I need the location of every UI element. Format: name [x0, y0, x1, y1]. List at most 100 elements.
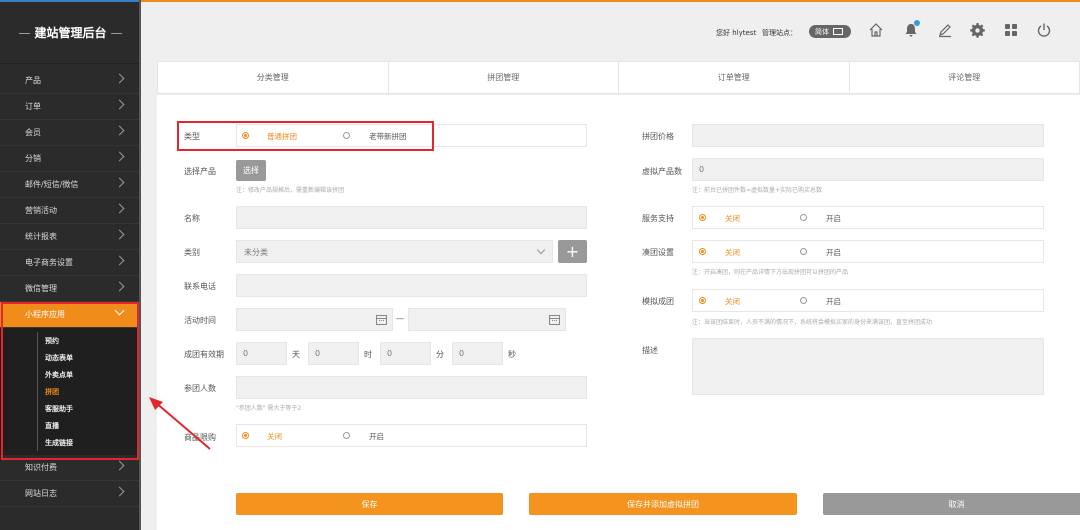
sidebar-item-product[interactable]: 产品 [0, 68, 141, 94]
tab-bar: 分类管理 拼团管理 订单管理 评论管理 [157, 61, 1080, 94]
time-range-dash: — [396, 314, 404, 323]
chevron-right-icon [114, 99, 125, 110]
product-label: 选择产品 [184, 167, 216, 176]
category-value: 未分类 [244, 248, 268, 257]
save-button[interactable]: 保存 [236, 493, 503, 515]
gather-option-on[interactable]: 开启 [826, 247, 841, 258]
name-label: 名称 [184, 214, 200, 223]
start-time-input[interactable] [236, 308, 393, 331]
power-icon[interactable] [1036, 22, 1052, 38]
service-radio-off[interactable] [699, 214, 706, 221]
tab-category[interactable]: 分类管理 [158, 62, 389, 93]
simulate-note: 注：当该团结束时，人员不满的情况下，系统将会模拟买家的身份来满该团，直至拼团成功 [692, 319, 933, 326]
calendar-icon [549, 315, 560, 325]
form-panel: 类型 普通拼团 老带新拼团 选择产品 选择 注：修改产品规格后，需重新编辑该拼团… [157, 95, 1080, 530]
sidebar-item-label: 邮件/短信/微信 [25, 180, 79, 189]
valid-hour-value: 0 [315, 349, 321, 358]
tab-orders[interactable]: 订单管理 [619, 62, 850, 93]
add-category-button[interactable]: + [558, 240, 587, 263]
phone-input[interactable] [236, 274, 587, 297]
category-select[interactable]: 未分类 [236, 240, 553, 263]
tab-reviews[interactable]: 评论管理 [850, 62, 1080, 93]
simulate-radio-group [692, 289, 1044, 312]
monitor-icon [833, 28, 843, 35]
edit-icon[interactable] [937, 22, 953, 38]
simulate-radio-on[interactable] [800, 297, 807, 304]
valid-period-label: 成团有效期 [184, 350, 224, 359]
cancel-button[interactable]: 取消 [823, 493, 1080, 515]
valid-minute-input[interactable]: 0 [380, 342, 431, 365]
valid-hour-input[interactable]: 0 [308, 342, 359, 365]
sidebar-item-label: 会员 [25, 128, 41, 137]
language-label: 简体 [815, 27, 829, 36]
save-add-virtual-button[interactable]: 保存并添加虚拟拼团 [529, 493, 797, 515]
sidebar-item-site-log[interactable]: 网站日志 [0, 481, 141, 507]
gather-radio-on[interactable] [800, 248, 807, 255]
plus-icon: + [565, 242, 580, 261]
simulate-option-off[interactable]: 关闭 [725, 296, 740, 307]
home-icon[interactable] [868, 22, 884, 38]
service-option-on[interactable]: 开启 [826, 213, 841, 224]
sidebar-item-order[interactable]: 订单 [0, 94, 141, 120]
product-note: 注：修改产品规格后，需重新编辑该拼团 [236, 187, 345, 194]
calendar-icon [376, 315, 387, 325]
sidebar-item-ecommerce-settings[interactable]: 电子商务设置 [0, 250, 141, 276]
people-input[interactable] [236, 376, 587, 399]
virtual-count-value: 0 [699, 165, 705, 174]
chevron-right-icon [114, 203, 125, 214]
sidebar-item-reports[interactable]: 统计报表 [0, 224, 141, 250]
chevron-down-icon [536, 245, 546, 255]
chevron-right-icon [114, 486, 125, 497]
gather-radio-group [692, 240, 1044, 263]
chevron-right-icon [114, 125, 125, 136]
tab-group-buy[interactable]: 拼团管理 [389, 62, 619, 93]
gather-label: 凑团设置 [642, 248, 674, 257]
category-label: 类别 [184, 248, 200, 257]
sidebar: — 建站管理后台 — 产品 订单 会员 分销 邮件/短信/微信 营销活动 统计报表 … [0, 0, 141, 530]
gather-option-off[interactable]: 关闭 [725, 247, 740, 258]
grid-icon[interactable] [1003, 22, 1019, 38]
price-input[interactable] [692, 124, 1044, 147]
people-label: 参团人数 [184, 384, 216, 393]
valid-second-input[interactable]: 0 [452, 342, 503, 365]
service-option-off[interactable]: 关闭 [725, 213, 740, 224]
simulate-radio-off[interactable] [699, 297, 706, 304]
service-radio-group [692, 206, 1044, 229]
sidebar-item-label: 网站日志 [25, 489, 57, 498]
simulate-option-on[interactable]: 开启 [826, 296, 841, 307]
valid-day-value: 0 [243, 349, 249, 358]
sidebar-item-marketing[interactable]: 营销活动 [0, 198, 141, 224]
sidebar-item-member[interactable]: 会员 [0, 120, 141, 146]
gear-icon[interactable] [970, 22, 986, 38]
user-greeting: 您好 hlytest [716, 29, 757, 37]
end-time-input[interactable] [408, 308, 566, 331]
sidebar-scrollbar[interactable] [139, 0, 141, 530]
gather-radio-off[interactable] [699, 248, 706, 255]
sidebar-item-distribution[interactable]: 分销 [0, 146, 141, 172]
brand-title: 建站管理后台 [34, 26, 107, 40]
chevron-right-icon [114, 255, 125, 266]
limit-option-off[interactable]: 关闭 [267, 431, 282, 442]
sidebar-item-label: 微信管理 [25, 284, 57, 293]
limit-option-on[interactable]: 开启 [369, 431, 384, 442]
language-switch[interactable]: 简体 [809, 25, 851, 38]
service-radio-on[interactable] [800, 214, 807, 221]
annotation-arrow [149, 397, 211, 450]
sidebar-item-wechat[interactable]: 微信管理 [0, 276, 141, 302]
sidebar-item-messaging[interactable]: 邮件/短信/微信 [0, 172, 141, 198]
day-unit: 天 [292, 350, 300, 359]
gather-note: 注：开启凑团，则在产品详情下方出现拼团可以拼团的产品 [692, 269, 849, 276]
bell-icon[interactable] [903, 20, 920, 38]
name-input[interactable] [236, 206, 587, 229]
description-textarea[interactable] [692, 338, 1044, 395]
select-product-button[interactable]: 选择 [236, 160, 266, 181]
valid-day-input[interactable]: 0 [236, 342, 287, 365]
valid-minute-value: 0 [387, 349, 393, 358]
phone-label: 联系电话 [184, 282, 216, 291]
limit-radio-off[interactable] [242, 432, 249, 439]
brand: — 建站管理后台 — [0, 2, 141, 64]
valid-second-value: 0 [459, 349, 465, 358]
limit-radio-on[interactable] [343, 432, 350, 439]
sidebar-item-label: 统计报表 [25, 232, 57, 241]
virtual-count-input[interactable]: 0 [692, 158, 1044, 181]
